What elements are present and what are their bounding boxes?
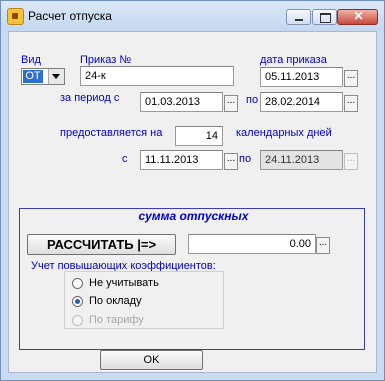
- period-from-picker-button[interactable]: ...: [224, 95, 238, 112]
- dialog-body: Вид ОТ Приказ № 24-к дата приказа 05.11.…: [8, 31, 377, 373]
- calendar-days-label: календарных дней: [236, 127, 332, 139]
- close-button[interactable]: ✕: [337, 9, 378, 25]
- order-date-field[interactable]: 05.11.2013: [260, 67, 343, 87]
- period-to-field[interactable]: 28.02.2014: [260, 92, 343, 112]
- window-title: Расчет отпуска: [28, 9, 112, 23]
- minimize-button[interactable]: [286, 9, 311, 25]
- maximize-icon: [320, 13, 331, 23]
- minimize-icon: [295, 19, 303, 21]
- vacation-to-picker-button: ...: [344, 153, 358, 170]
- order-number-label: Приказ №: [80, 54, 132, 66]
- radio-by-salary-label: По окладу: [89, 295, 142, 307]
- radio-not-consider-label: Не учитывать: [89, 277, 159, 289]
- close-icon: ✕: [353, 9, 364, 23]
- period-to-picker-button[interactable]: ...: [344, 95, 358, 112]
- radio-by-tariff: [72, 315, 83, 326]
- vacation-from-label: с: [122, 153, 128, 165]
- period-from-label: за период с: [60, 92, 120, 104]
- vacation-to-label: по: [239, 153, 252, 165]
- type-label: Вид: [21, 54, 41, 66]
- type-select[interactable]: ОТ: [21, 68, 65, 85]
- period-from-field[interactable]: 01.03.2013: [140, 92, 223, 112]
- type-select-value: ОТ: [23, 70, 43, 83]
- vacation-duration-label: предоставляется на: [60, 127, 163, 139]
- order-date-picker-button[interactable]: ...: [344, 70, 358, 87]
- calculate-button[interactable]: РАССЧИТАТЬ |=>: [27, 234, 176, 255]
- app-icon: [7, 8, 24, 25]
- vacation-days-field[interactable]: 14: [175, 126, 223, 146]
- vacation-pay-amount-field[interactable]: 0.00: [188, 234, 316, 254]
- vacation-pay-title: сумма отпускных: [138, 209, 249, 223]
- amount-picker-button[interactable]: ...: [316, 237, 330, 254]
- vacation-from-picker-button[interactable]: ...: [224, 153, 238, 170]
- period-to-label: по: [246, 94, 259, 106]
- vacation-calc-window: Расчет отпуска ✕ Вид ОТ Приказ № 24-к да…: [0, 0, 385, 381]
- chevron-down-icon[interactable]: [48, 69, 64, 84]
- maximize-button[interactable]: [312, 9, 337, 25]
- vacation-to-field: 24.11.2013: [260, 150, 343, 170]
- vacation-from-field[interactable]: 11.11.2013: [140, 150, 223, 170]
- radio-by-salary[interactable]: [72, 296, 83, 307]
- title-bar: Расчет отпуска ✕: [1, 1, 384, 31]
- order-number-field[interactable]: 24-к: [80, 66, 234, 86]
- radio-by-tariff-label: По тарифу: [89, 314, 144, 326]
- radio-not-consider[interactable]: [72, 278, 83, 289]
- order-date-label: дата приказа: [260, 54, 327, 66]
- ok-button[interactable]: OK: [100, 350, 203, 370]
